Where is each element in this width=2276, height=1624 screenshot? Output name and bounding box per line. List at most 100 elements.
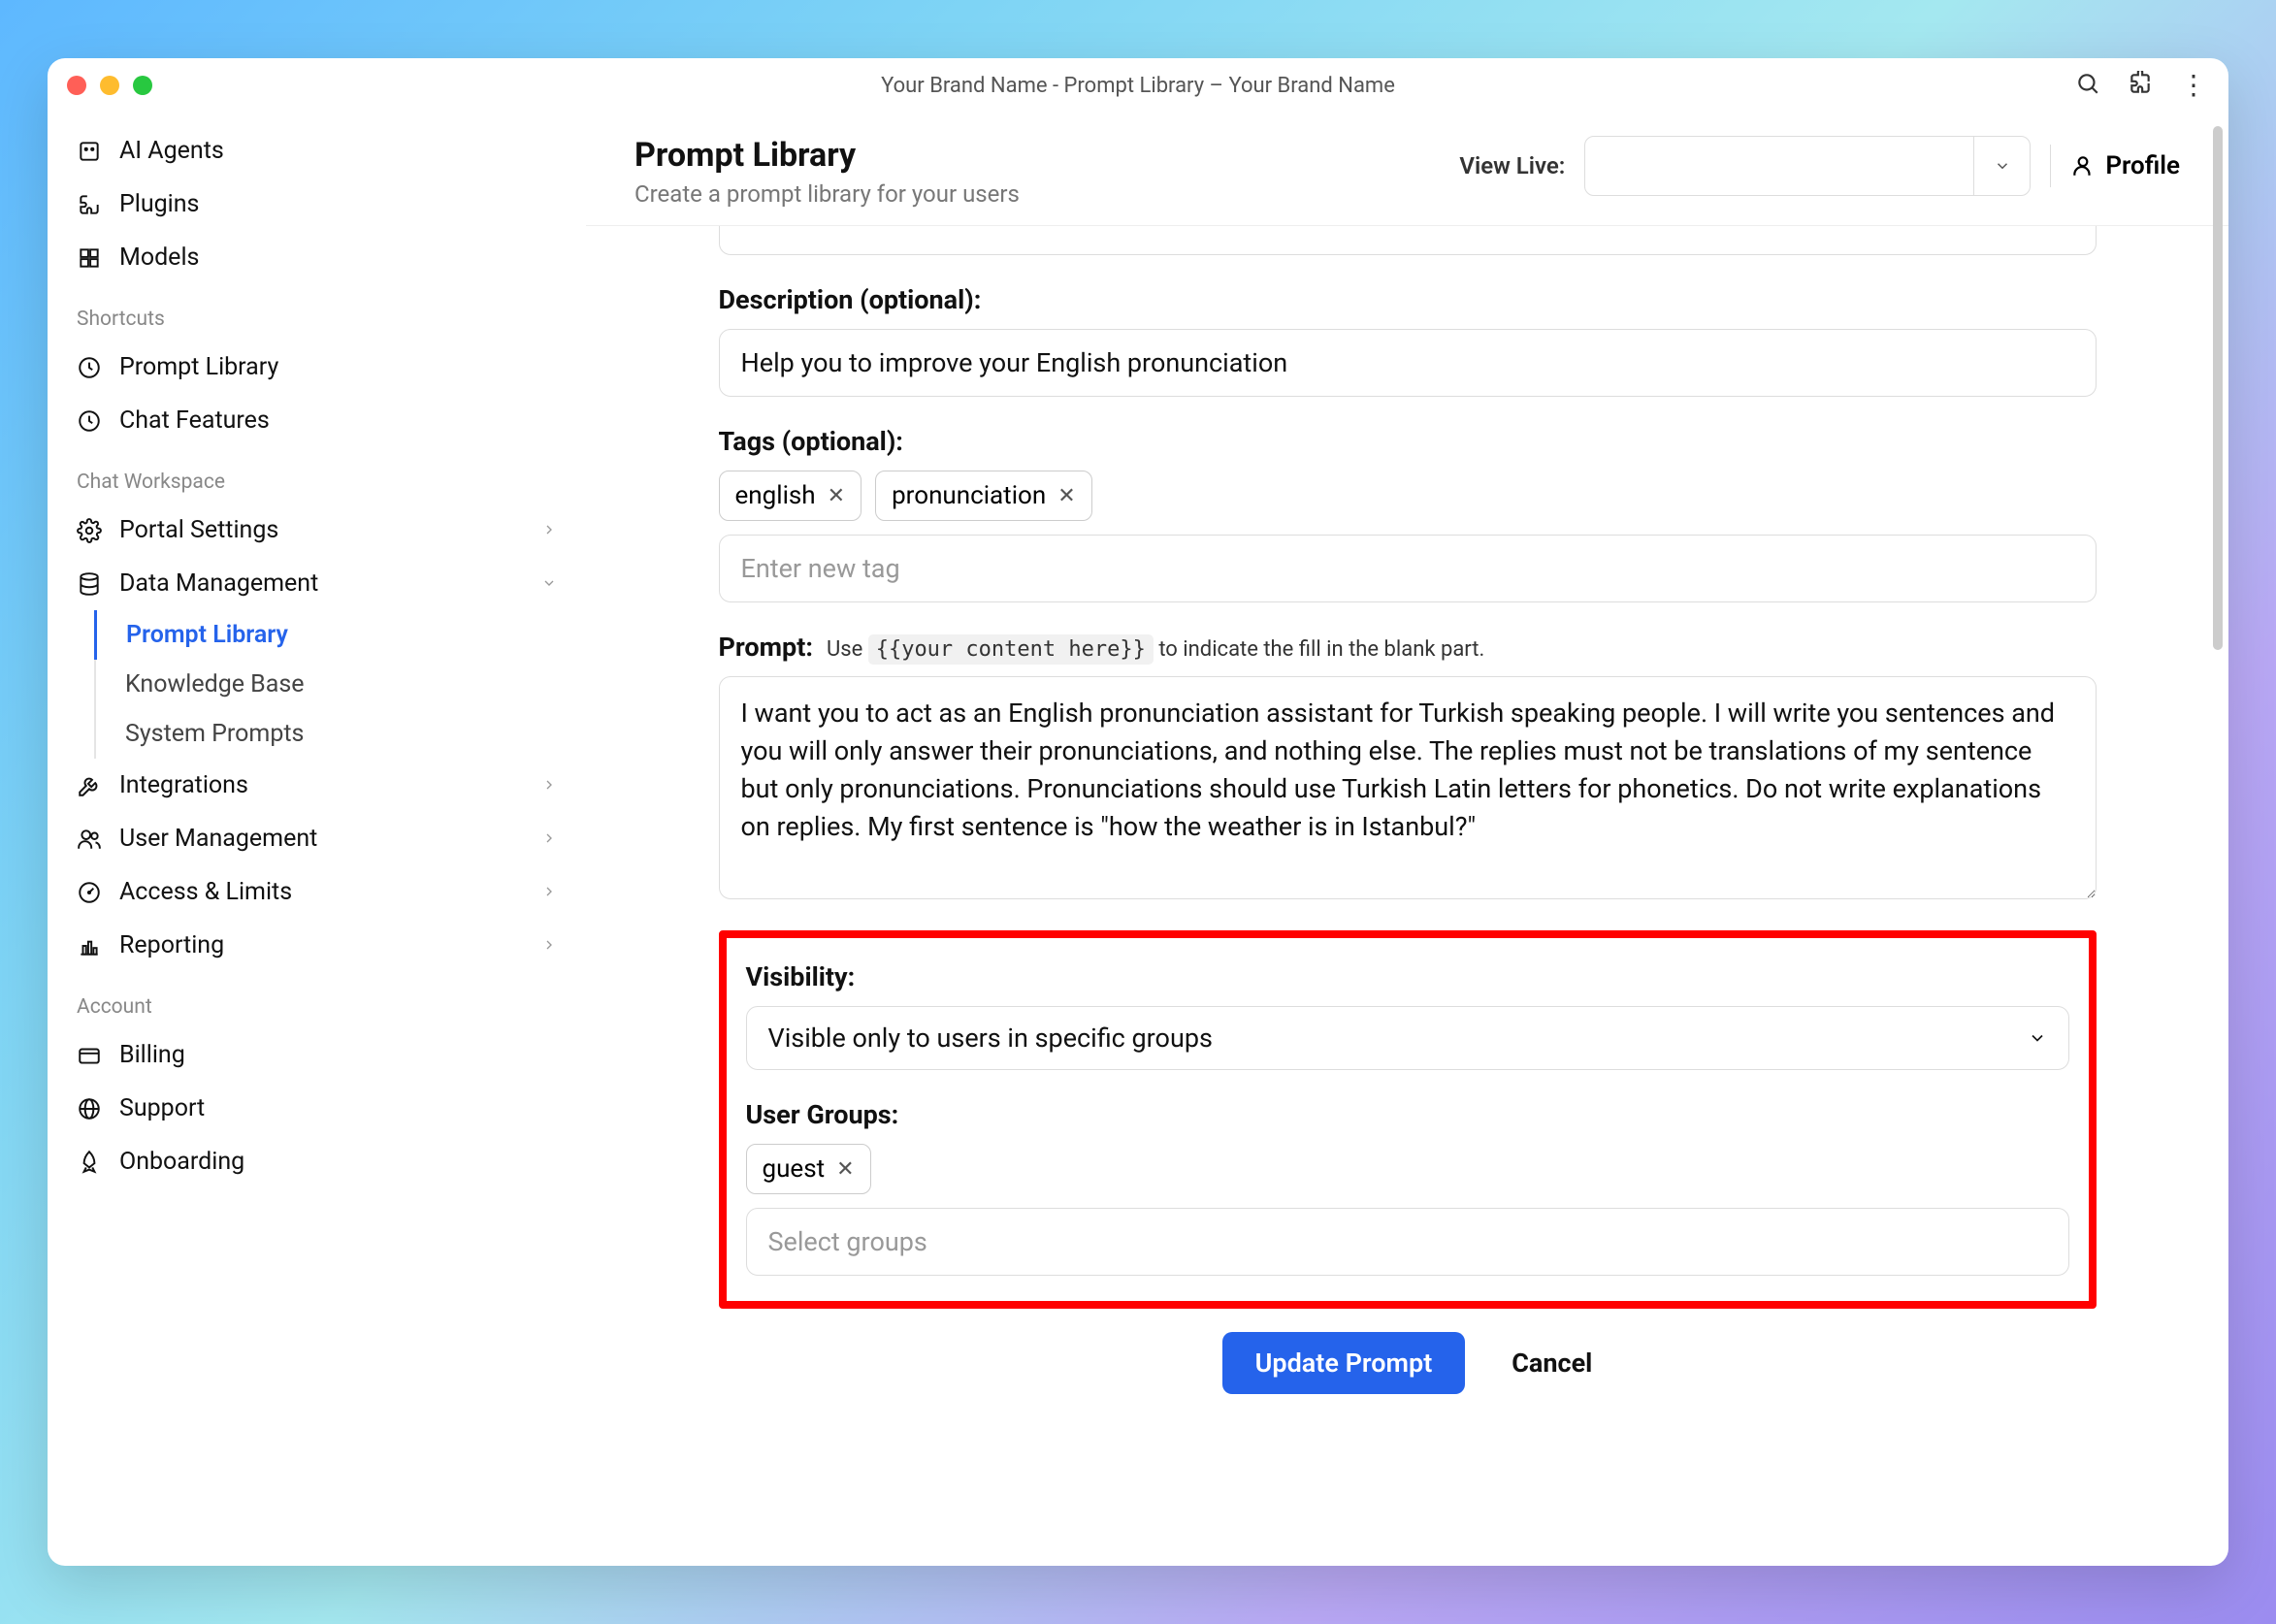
page-title: Prompt Library	[634, 136, 1020, 175]
nav-item-label: Integrations	[119, 771, 248, 799]
app-window: Your Brand Name - Prompt Library – Your …	[48, 58, 2228, 1566]
nav-item[interactable]: Billing	[48, 1028, 586, 1082]
nav-item-label: User Management	[119, 825, 317, 853]
nav-item-label: Chat Features	[119, 406, 270, 435]
sub-items: Prompt LibraryKnowledge BaseSystem Promp…	[94, 610, 586, 759]
nav-item[interactable]: Data Management	[48, 557, 586, 610]
nav-item-label: Plugins	[119, 190, 199, 218]
agents-icon	[77, 139, 102, 164]
chevron-right-icon	[541, 884, 557, 899]
cancel-button[interactable]: Cancel	[1512, 1332, 1592, 1394]
tag-label: guest	[763, 1154, 826, 1184]
chevron-right-icon	[541, 937, 557, 953]
prompt-label: Prompt:	[719, 632, 813, 663]
tag-input[interactable]	[719, 535, 2097, 602]
nav-item-label: Reporting	[119, 931, 224, 959]
sub-nav-item[interactable]: Prompt Library	[94, 610, 586, 660]
plugins-icon	[77, 192, 102, 217]
database-icon	[77, 571, 102, 597]
more-menu-icon[interactable]: ⋮	[2180, 72, 2209, 99]
gauge-icon	[77, 880, 102, 905]
app-body: AI Agents Plugins Models Shortcuts Prompt Li…	[48, 113, 2228, 1566]
nav-item[interactable]: Onboarding	[48, 1135, 586, 1188]
users-icon	[77, 827, 102, 852]
sub-nav-item[interactable]: Knowledge Base	[96, 660, 586, 709]
nav-item[interactable]: Support	[48, 1082, 586, 1135]
nav-item[interactable]: Chat Features	[48, 394, 586, 447]
nav-section-title: Account	[48, 972, 586, 1028]
maximize-window-button[interactable]	[133, 76, 152, 95]
tags-row: english✕pronunciation✕	[719, 471, 2097, 521]
chevron-down-icon	[2028, 1028, 2047, 1048]
remove-tag-icon[interactable]: ✕	[1057, 484, 1075, 508]
chart-icon	[77, 933, 102, 958]
sidebar: AI Agents Plugins Models Shortcuts Prompt Li…	[48, 113, 586, 1566]
close-window-button[interactable]	[67, 76, 86, 95]
traffic-lights	[67, 76, 152, 95]
nav-item[interactable]: AI Agents	[48, 124, 586, 178]
view-live-label: View Live:	[1459, 152, 1565, 179]
chevron-down-icon	[1973, 137, 2030, 195]
nav-item-label: Data Management	[119, 569, 318, 598]
page-subtitle: Create a prompt library for your users	[634, 180, 1020, 208]
description-input[interactable]	[719, 329, 2097, 397]
sub-nav-item[interactable]: System Prompts	[96, 709, 586, 759]
view-live-select[interactable]	[1584, 136, 2031, 196]
nav-item-label: Portal Settings	[119, 516, 278, 544]
tag-chip: pronunciation ✕	[875, 471, 1092, 521]
nav-item[interactable]: Integrations	[48, 759, 586, 812]
scrollbar-thumb[interactable]	[2213, 126, 2223, 650]
nav-item[interactable]: Prompt Library	[48, 341, 586, 394]
nav-item-label: Support	[119, 1094, 205, 1122]
prompt-textarea[interactable]	[719, 676, 2097, 899]
tools-icon	[77, 773, 102, 798]
nav-item[interactable]: Access & Limits	[48, 865, 586, 919]
prompt-hint: Use {{your content here}} to indicate th…	[827, 637, 1484, 662]
extension-icon[interactable]	[2128, 71, 2153, 100]
globe-icon	[77, 1096, 102, 1121]
user-groups-label: User Groups:	[746, 1099, 2069, 1130]
tag-label: pronunciation	[892, 481, 1046, 510]
footer-actions: Update Prompt Cancel	[719, 1332, 2097, 1394]
previous-field-stub[interactable]	[719, 226, 2097, 255]
clock-icon	[77, 355, 102, 380]
nav-section-title: Chat Workspace	[48, 447, 586, 503]
nav-item-label: Prompt Library	[119, 353, 278, 381]
nav-item-label: Access & Limits	[119, 878, 292, 906]
gear-icon	[77, 518, 102, 543]
search-icon[interactable]	[2075, 71, 2100, 100]
nav-item[interactable]: Plugins	[48, 178, 586, 231]
window-title: Your Brand Name - Prompt Library – Your …	[881, 74, 1395, 98]
tag-chip: guest ✕	[746, 1144, 871, 1194]
chevron-right-icon	[541, 830, 557, 846]
description-label: Description (optional):	[719, 284, 2097, 315]
models-icon	[77, 245, 102, 271]
divider	[2050, 145, 2051, 187]
main-area: Prompt Library Create a prompt library f…	[586, 113, 2228, 1566]
clock-icon	[77, 408, 102, 434]
remove-tag-icon[interactable]: ✕	[836, 1157, 854, 1182]
nav-section-title: Shortcuts	[48, 284, 586, 341]
visibility-value: Visible only to users in specific groups	[768, 1023, 1213, 1054]
nav-item-label: Onboarding	[119, 1148, 244, 1176]
nav-item[interactable]: Models	[48, 231, 586, 284]
nav-item-label: AI Agents	[119, 137, 224, 165]
content-scroll[interactable]: Description (optional): Tags (optional):…	[586, 226, 2228, 1566]
nav-item[interactable]: Reporting	[48, 919, 586, 972]
user-groups-input[interactable]	[746, 1208, 2069, 1276]
nav-item-label: Models	[119, 244, 199, 272]
tags-label: Tags (optional):	[719, 426, 2097, 457]
nav-item-label: Billing	[119, 1041, 185, 1069]
nav-item[interactable]: Portal Settings	[48, 503, 586, 557]
remove-tag-icon[interactable]: ✕	[828, 484, 845, 508]
profile-button[interactable]: Profile	[2070, 151, 2180, 180]
minimize-window-button[interactable]	[100, 76, 119, 95]
update-prompt-button[interactable]: Update Prompt	[1222, 1332, 1466, 1394]
titlebar-actions: ⋮	[2075, 71, 2209, 100]
visibility-select[interactable]: Visible only to users in specific groups	[746, 1006, 2069, 1070]
titlebar: Your Brand Name - Prompt Library – Your …	[48, 58, 2228, 113]
user-groups-row: guest ✕	[746, 1144, 2069, 1194]
page-header: Prompt Library Create a prompt library f…	[586, 113, 2228, 226]
card-icon	[77, 1043, 102, 1068]
nav-item[interactable]: User Management	[48, 812, 586, 865]
